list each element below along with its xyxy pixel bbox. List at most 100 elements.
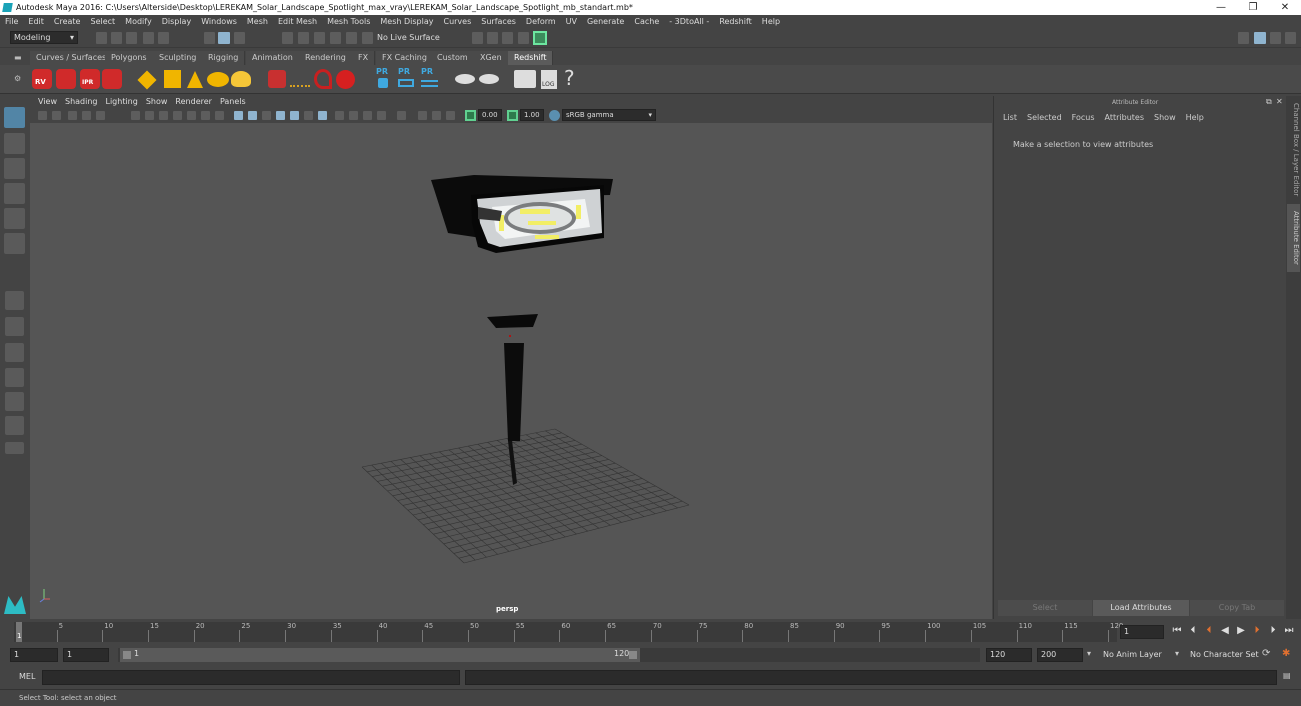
- pr-mesh-icon[interactable]: [378, 78, 388, 88]
- persp-hypershade-layout-icon[interactable]: [5, 392, 24, 411]
- camera-attributes-icon[interactable]: [52, 111, 61, 120]
- tab-redshift[interactable]: Redshift: [508, 51, 554, 65]
- menu-surfaces[interactable]: Surfaces: [476, 15, 521, 29]
- isolate-select-icon[interactable]: [262, 111, 271, 120]
- smooth-shade-icon[interactable]: [145, 111, 154, 120]
- snap-grid-icon[interactable]: [282, 32, 293, 44]
- menu-cache[interactable]: Cache: [629, 15, 664, 29]
- more-layouts-icon[interactable]: [5, 442, 24, 454]
- step-forward-key-icon[interactable]: ⏵: [1250, 625, 1264, 636]
- tab-rendering[interactable]: Rendering: [299, 51, 353, 65]
- start-time-field[interactable]: 1: [10, 648, 58, 662]
- redshift-render-icon[interactable]: [56, 69, 76, 89]
- playback-end-field[interactable]: 120: [986, 648, 1032, 662]
- current-frame-field[interactable]: 1: [1120, 625, 1164, 639]
- undo-icon[interactable]: [143, 32, 154, 44]
- attr-menu-help[interactable]: Help: [1181, 111, 1209, 125]
- current-time-marker[interactable]: 1: [16, 622, 22, 642]
- menu-display[interactable]: Display: [157, 15, 197, 29]
- step-forward-frame-icon[interactable]: ⏵: [1266, 625, 1280, 636]
- workspace-icon[interactable]: [1238, 32, 1249, 44]
- attribute-editor-toggle-icon[interactable]: [1254, 32, 1266, 44]
- channel-box-toggle-icon[interactable]: [1285, 32, 1296, 44]
- pr-export-icon[interactable]: [398, 79, 414, 87]
- save-scene-icon[interactable]: [126, 32, 137, 44]
- attr-menu-focus[interactable]: Focus: [1067, 111, 1100, 125]
- proxy-export-icon[interactable]: [268, 70, 286, 88]
- minimize-button[interactable]: —: [1207, 0, 1235, 15]
- range-handle[interactable]: 1 120: [120, 648, 640, 662]
- camera-select-icon[interactable]: [38, 111, 47, 120]
- lasso-tool-icon[interactable]: [4, 133, 25, 154]
- viewport-menu-view[interactable]: View: [34, 96, 61, 108]
- select-hierarchy-icon[interactable]: [204, 32, 215, 44]
- playback-start-field[interactable]: 1: [63, 648, 109, 662]
- attr-menu-list[interactable]: List: [994, 111, 1022, 125]
- script-editor-icon[interactable]: ▤: [1283, 671, 1291, 680]
- help-icon[interactable]: ?: [564, 66, 575, 90]
- paint-select-tool-icon[interactable]: [4, 158, 25, 179]
- redshift-render-view-icon[interactable]: RV: [32, 69, 52, 89]
- menu-edit-mesh[interactable]: Edit Mesh: [273, 15, 322, 29]
- character-set-dropdown[interactable]: No Character Set: [1190, 650, 1259, 659]
- textured-icon[interactable]: [187, 111, 196, 120]
- anim-layer-dropdown[interactable]: No Anim Layer: [1103, 650, 1162, 659]
- restore-button[interactable]: ❐: [1239, 0, 1267, 15]
- ambient-occlusion-icon[interactable]: [276, 111, 285, 120]
- safe-action-icon[interactable]: [377, 111, 386, 120]
- log-icon[interactable]: LOG: [541, 70, 557, 89]
- menu-mesh-tools[interactable]: Mesh Tools: [322, 15, 375, 29]
- attr-menu-show[interactable]: Show: [1149, 111, 1181, 125]
- rotate-tool-icon[interactable]: [4, 208, 25, 229]
- xray-icon[interactable]: [234, 111, 243, 120]
- depth-of-field-icon[interactable]: [318, 111, 327, 120]
- wireframe-on-shaded-icon[interactable]: [173, 111, 182, 120]
- safe-title-icon[interactable]: [432, 111, 441, 120]
- step-back-key-icon[interactable]: ⏴: [1202, 625, 1216, 636]
- new-scene-icon[interactable]: [96, 32, 107, 44]
- pr-import-icon[interactable]: [421, 80, 438, 87]
- attribute-editor-tab[interactable]: Attribute Editor: [1287, 204, 1300, 272]
- go-to-start-icon[interactable]: ⏮: [1170, 625, 1184, 636]
- select-tool-icon[interactable]: [4, 107, 25, 128]
- environment-icon[interactable]: [479, 74, 499, 84]
- tab-sculpting[interactable]: Sculpting: [153, 51, 204, 65]
- channel-box-tab[interactable]: Channel Box / Layer Editor: [1287, 102, 1300, 198]
- preferences-icon[interactable]: ✱: [1282, 648, 1290, 659]
- play-backwards-icon[interactable]: ◀: [1218, 625, 1232, 636]
- redshift-settings-icon[interactable]: [102, 69, 122, 89]
- exposure-field[interactable]: 0.00: [478, 109, 502, 121]
- chevron-down-icon[interactable]: ▾: [1175, 649, 1179, 658]
- maya-home-icon[interactable]: [4, 596, 26, 614]
- menu-curves[interactable]: Curves: [438, 15, 476, 29]
- xray-joints-icon[interactable]: [248, 111, 257, 120]
- ies-light-icon[interactable]: [290, 75, 310, 87]
- snap-curve-icon[interactable]: [298, 32, 309, 44]
- tab-curves-surfaces[interactable]: Curves / Surfaces: [30, 51, 114, 65]
- sun-sky-icon[interactable]: [231, 71, 251, 87]
- menu-generate[interactable]: Generate: [582, 15, 629, 29]
- color-management-icon[interactable]: [549, 110, 560, 121]
- move-tool-icon[interactable]: [4, 183, 25, 204]
- resolution-gate-icon[interactable]: [335, 111, 344, 120]
- shelf-options-icon[interactable]: ⚙: [14, 74, 21, 83]
- render-settings-icon[interactable]: [502, 32, 513, 44]
- script-language-label[interactable]: MEL: [19, 672, 35, 681]
- live-surface-icon[interactable]: [362, 32, 373, 44]
- film-gate-icon[interactable]: [349, 111, 358, 120]
- viewport-menu-shading[interactable]: Shading: [61, 96, 102, 108]
- menu-select[interactable]: Select: [85, 15, 120, 29]
- redshift-ipr-icon[interactable]: IPR: [80, 69, 100, 89]
- menu-mesh-display[interactable]: Mesh Display: [375, 15, 438, 29]
- close-panel-icon[interactable]: ✕: [1276, 97, 1283, 106]
- render-frame-icon[interactable]: [472, 32, 483, 44]
- auto-key-icon[interactable]: ⟳: [1262, 648, 1270, 659]
- script-editor-icon[interactable]: [514, 70, 536, 88]
- tab-fx[interactable]: FX: [352, 51, 376, 65]
- redo-icon[interactable]: [158, 32, 169, 44]
- viewport-menu-lighting[interactable]: Lighting: [101, 96, 141, 108]
- timeline-track[interactable]: 5 10 15 20 25 30 35 40 45 50 55 60 65 70 75 80 85 90 95 100…: [14, 622, 1123, 642]
- select-object-icon[interactable]: [218, 32, 230, 44]
- menu-file[interactable]: File: [0, 15, 23, 29]
- rect-light-icon[interactable]: [137, 70, 157, 90]
